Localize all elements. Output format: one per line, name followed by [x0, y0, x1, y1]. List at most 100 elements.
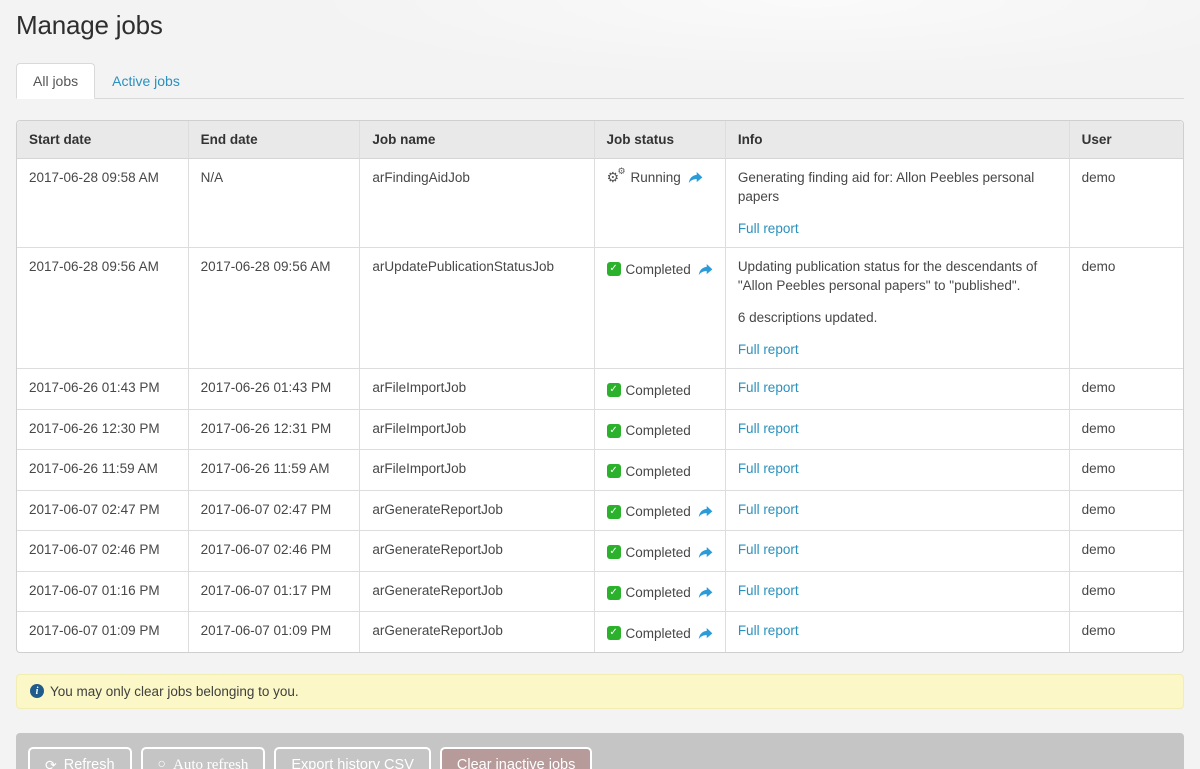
job-name-cell: arFileImportJob	[359, 409, 593, 450]
job-status-cell: ✓ Completed	[594, 449, 725, 490]
status-label: Completed	[626, 421, 691, 440]
start-date-cell: 2017-06-26 12:30 PM	[17, 409, 188, 450]
user-cell: demo	[1069, 530, 1183, 571]
start-date-cell: 2017-06-07 02:46 PM	[17, 530, 188, 571]
status-label: Completed	[626, 583, 691, 602]
job-row: 2017-06-07 02:46 PM2017-06-07 02:46 PMar…	[17, 530, 1183, 571]
status-label: Completed	[626, 381, 691, 400]
start-date-cell: 2017-06-26 01:43 PM	[17, 368, 188, 409]
end-date-cell: 2017-06-28 09:56 AM	[188, 247, 360, 368]
check-square-icon: ✓	[607, 383, 621, 397]
info-cell: Full report	[725, 530, 1069, 571]
tab-active-jobs[interactable]: Active jobs	[95, 63, 197, 99]
full-report-link[interactable]: Full report	[738, 500, 799, 519]
end-date-cell: 2017-06-26 01:43 PM	[188, 368, 360, 409]
full-report-link[interactable]: Full report	[738, 340, 799, 359]
refresh-button[interactable]: ⟳ Refresh	[28, 747, 132, 769]
user-cell: demo	[1069, 571, 1183, 612]
info-icon: i	[30, 684, 44, 698]
job-row: 2017-06-07 01:09 PM2017-06-07 01:09 PMar…	[17, 611, 1183, 652]
check-square-icon: ✓	[607, 545, 621, 559]
end-date-cell: 2017-06-07 02:47 PM	[188, 490, 360, 531]
end-date-cell: 2017-06-26 11:59 AM	[188, 449, 360, 490]
jobs-table: Start date End date Job name Job status …	[16, 120, 1184, 653]
info-cell: Full report	[725, 490, 1069, 531]
end-date-cell: 2017-06-07 01:17 PM	[188, 571, 360, 612]
status-label: Completed	[626, 502, 691, 521]
status-badge: ✓ Completed	[607, 421, 691, 440]
notice-text: You may only clear jobs belonging to you…	[50, 684, 299, 699]
end-date-cell: N/A	[188, 159, 360, 247]
job-status-cell: ✓ Completed	[594, 409, 725, 450]
job-row: 2017-06-07 02:47 PM2017-06-07 02:47 PMar…	[17, 490, 1183, 531]
tab-all-jobs[interactable]: All jobs	[16, 63, 95, 99]
job-row: 2017-06-26 12:30 PM2017-06-26 12:31 PMar…	[17, 409, 1183, 450]
export-history-csv-button-label: Export history CSV	[291, 757, 414, 769]
share-arrow-icon	[698, 627, 713, 640]
tab-bar: All jobs Active jobs	[16, 63, 1184, 99]
clear-inactive-jobs-button-label: Clear inactive jobs	[457, 757, 575, 769]
check-square-icon: ✓	[607, 626, 621, 640]
user-cell: demo	[1069, 490, 1183, 531]
job-status-cell: ⚙⚙Running	[594, 159, 725, 247]
status-badge: ✓Completed	[607, 624, 713, 643]
export-history-csv-button[interactable]: Export history CSV	[274, 747, 431, 769]
check-square-icon: ✓	[607, 464, 621, 478]
refresh-button-label: Refresh	[64, 757, 115, 769]
check-square-icon: ✓	[607, 424, 621, 438]
status-label: Completed	[626, 462, 691, 481]
full-report-link[interactable]: Full report	[738, 459, 799, 478]
column-header-user: User	[1069, 121, 1183, 159]
job-name-cell: arGenerateReportJob	[359, 611, 593, 652]
full-report-link[interactable]: Full report	[738, 621, 799, 640]
status-label: Completed	[626, 543, 691, 562]
column-header-start-date: Start date	[17, 121, 188, 159]
job-name-cell: arGenerateReportJob	[359, 571, 593, 612]
info-cell: Generating finding aid for: Allon Peeble…	[725, 159, 1069, 247]
manage-jobs-page: Manage jobs All jobs Active jobs Start d…	[0, 0, 1200, 769]
share-arrow-icon	[698, 505, 713, 518]
auto-refresh-button[interactable]: ○ Auto refresh	[141, 747, 266, 769]
info-text: Generating finding aid for: Allon Peeble…	[738, 168, 1057, 206]
job-row: 2017-06-26 11:59 AM2017-06-26 11:59 AMar…	[17, 449, 1183, 490]
status-badge: ✓Completed	[607, 583, 713, 602]
full-report-link[interactable]: Full report	[738, 378, 799, 397]
full-report-link[interactable]: Full report	[738, 540, 799, 559]
info-cell: Full report	[725, 368, 1069, 409]
gears-running-icon: ⚙⚙	[607, 169, 626, 186]
clear-inactive-jobs-button[interactable]: Clear inactive jobs	[440, 747, 592, 769]
share-arrow-icon	[688, 171, 703, 184]
start-date-cell: 2017-06-28 09:58 AM	[17, 159, 188, 247]
info-cell: Full report	[725, 409, 1069, 450]
end-date-cell: 2017-06-26 12:31 PM	[188, 409, 360, 450]
share-arrow-icon	[698, 263, 713, 276]
full-report-link[interactable]: Full report	[738, 581, 799, 600]
refresh-icon: ⟳	[45, 758, 57, 769]
column-header-end-date: End date	[188, 121, 360, 159]
job-row: 2017-06-26 01:43 PM2017-06-26 01:43 PMar…	[17, 368, 1183, 409]
jobs-table-header: Start date End date Job name Job status …	[17, 121, 1183, 159]
job-name-cell: arGenerateReportJob	[359, 530, 593, 571]
info-cell: Full report	[725, 449, 1069, 490]
end-date-cell: 2017-06-07 02:46 PM	[188, 530, 360, 571]
user-cell: demo	[1069, 159, 1183, 247]
status-badge: ✓ Completed	[607, 381, 691, 400]
info-cell: Updating publication status for the desc…	[725, 247, 1069, 368]
job-status-cell: ✓ Completed	[594, 530, 725, 571]
status-label: Completed	[626, 260, 691, 279]
start-date-cell: 2017-06-07 01:16 PM	[17, 571, 188, 612]
jobs-table-body: 2017-06-28 09:58 AMN/AarFindingAidJob⚙⚙R…	[17, 159, 1183, 652]
user-cell: demo	[1069, 449, 1183, 490]
full-report-link[interactable]: Full report	[738, 219, 799, 238]
job-status-cell: ✓Completed	[594, 571, 725, 612]
job-name-cell: arUpdatePublicationStatusJob	[359, 247, 593, 368]
job-name-cell: arGenerateReportJob	[359, 490, 593, 531]
action-bar: ⟳ Refresh ○ Auto refresh Export history …	[16, 733, 1184, 769]
job-row: 2017-06-28 09:58 AMN/AarFindingAidJob⚙⚙R…	[17, 159, 1183, 247]
start-date-cell: 2017-06-26 11:59 AM	[17, 449, 188, 490]
full-report-link[interactable]: Full report	[738, 419, 799, 438]
job-status-cell: ✓Completed	[594, 247, 725, 368]
column-header-info: Info	[725, 121, 1069, 159]
check-square-icon: ✓	[607, 505, 621, 519]
job-status-cell: ✓Completed	[594, 611, 725, 652]
